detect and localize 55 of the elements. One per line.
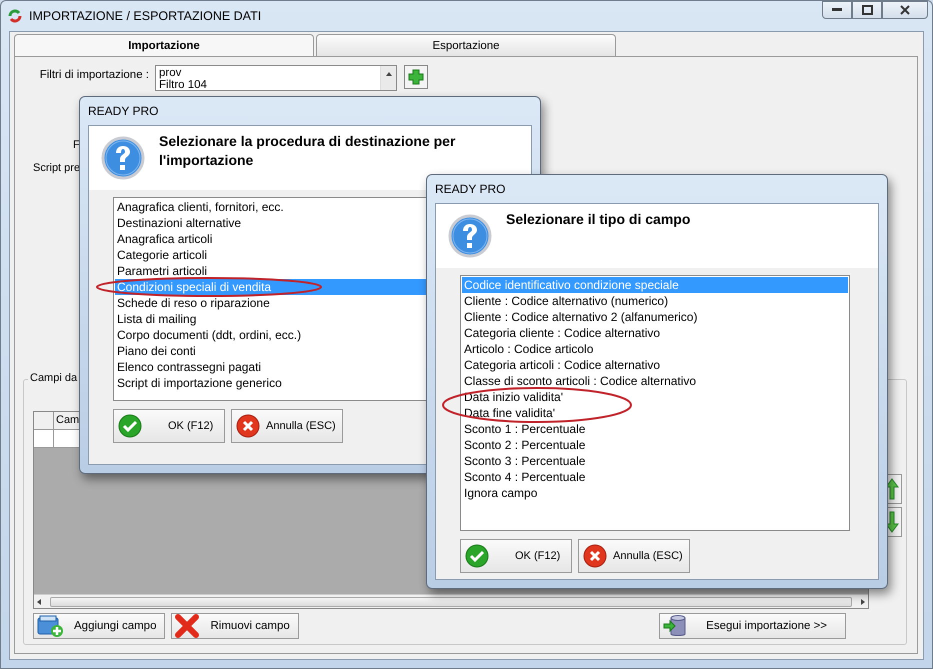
list-option[interactable]: Categoria cliente : Codice alternativo <box>462 325 848 341</box>
cancel-button[interactable]: Annulla (ESC) <box>578 539 690 573</box>
minimize-button[interactable] <box>822 1 852 19</box>
up-arrow-icon <box>885 478 899 500</box>
list-option[interactable]: Cliente : Codice alternativo (numerico) <box>462 293 848 309</box>
list-option[interactable]: Classe di sconto articoli : Codice alternativo <box>462 373 848 389</box>
check-icon <box>465 544 489 568</box>
run-import-button[interactable]: Esegui importazione >> <box>659 613 846 639</box>
filter-label: Filtri di importazione : <box>38 68 149 81</box>
close-icon <box>236 414 260 438</box>
maximize-icon <box>862 5 872 15</box>
add-filter-button[interactable] <box>404 65 428 89</box>
group-title: Campi da <box>28 372 80 384</box>
dialog-prompt: Selezionare la procedura di destinazione per l'importazione <box>159 132 456 170</box>
close-button[interactable] <box>882 1 928 19</box>
add-field-button[interactable]: Aggiungi campo <box>33 613 166 639</box>
maximize-button[interactable] <box>852 1 882 19</box>
filter-item[interactable]: Filtro 104 <box>159 79 377 90</box>
horizontal-scrollbar[interactable] <box>34 594 868 608</box>
remove-field-button[interactable]: Rimuovi campo <box>171 613 299 639</box>
database-arrow-icon <box>662 614 688 638</box>
help-icon <box>101 136 145 180</box>
window-title: IMPORTAZIONE / ESPORTAZIONE DATI <box>29 9 262 23</box>
field-label: Script pre <box>33 162 80 174</box>
filter-item[interactable]: prov <box>159 67 377 79</box>
scrollbar[interactable] <box>380 66 396 90</box>
list-option[interactable]: Ignora campo <box>462 485 848 501</box>
field-label: F <box>73 139 80 151</box>
help-icon <box>448 214 492 258</box>
cross-icon <box>174 613 200 639</box>
scroll-up-icon <box>384 70 392 78</box>
dialog-title: READY PRO <box>88 104 158 118</box>
close-icon <box>900 5 910 15</box>
down-arrow-icon <box>885 511 899 533</box>
list-option[interactable]: Sconto 3 : Percentuale <box>462 453 848 469</box>
add-table-icon <box>36 614 64 638</box>
tab[interactable]: Importazione <box>14 34 314 56</box>
plus-icon <box>408 69 424 85</box>
ok-button[interactable]: OK (F12) <box>460 539 572 573</box>
list-option[interactable]: Sconto 2 : Percentuale <box>462 437 848 453</box>
close-icon <box>583 544 607 568</box>
list-option[interactable]: Articolo : Codice articolo <box>462 341 848 357</box>
app-icon <box>7 8 23 24</box>
list-option[interactable]: Sconto 1 : Percentuale <box>462 421 848 437</box>
minimize-icon <box>832 8 842 12</box>
ok-button[interactable]: OK (F12) <box>113 409 225 443</box>
list-option[interactable]: Sconto 4 : Percentuale <box>462 469 848 485</box>
filter-list[interactable]: prov Filtro 104 <box>155 65 397 91</box>
dialog-title: READY PRO <box>435 182 506 196</box>
check-icon <box>118 414 142 438</box>
tab[interactable]: Esportazione <box>316 34 616 56</box>
dialog-prompt: Selezionare il tipo di campo <box>506 210 690 229</box>
list-option[interactable]: Categoria articoli : Codice alternativo <box>462 357 848 373</box>
cancel-button[interactable]: Annulla (ESC) <box>231 409 343 443</box>
list-option[interactable]: Cliente : Codice alternativo 2 (alfanumerico) <box>462 309 848 325</box>
